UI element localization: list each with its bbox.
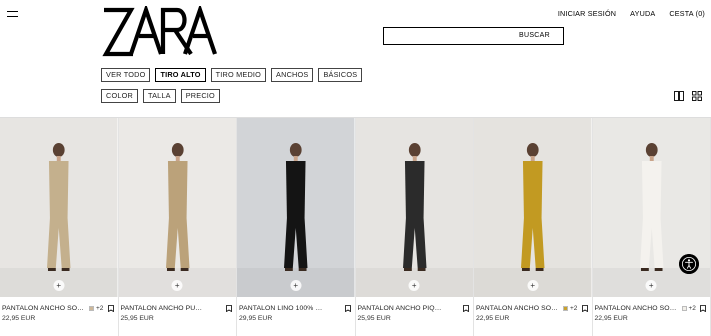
bookmark-icon[interactable] (700, 305, 706, 312)
product-info: PANTALÓN ANCHO PUNTO 25,95 EUR (121, 305, 235, 335)
filter-chips-primary: VER TODO TIRO ALTO TIRO MEDIO ANCHOS BÁS… (101, 68, 363, 82)
quick-add-plus-icon[interactable]: + (53, 280, 65, 291)
product-image[interactable] (0, 118, 118, 297)
grid-view-icon[interactable] (692, 91, 702, 101)
product-name[interactable]: PANTALÓN ANCHO SOFT ... (595, 305, 679, 312)
product-name[interactable]: PANTALÓN ANCHO SOFT ... (2, 305, 86, 312)
cart-link[interactable]: CESTA (0) (669, 9, 705, 18)
quick-add-plus-icon[interactable]: + (171, 280, 183, 291)
two-column-view-icon[interactable] (674, 91, 684, 101)
product-image[interactable] (237, 118, 355, 297)
search-input[interactable] (388, 30, 518, 42)
filter-talla[interactable]: TALLA (142, 89, 176, 103)
bookmark-icon[interactable] (344, 305, 351, 312)
product-name[interactable]: PANTALÓN ANCHO SOFT ... (476, 305, 560, 312)
help-link[interactable]: AYUDA (630, 9, 655, 18)
zara-logo[interactable] (101, 6, 217, 58)
filter-tiro-medio[interactable]: TIRO MEDIO (210, 68, 267, 82)
bookmark-icon[interactable] (226, 305, 232, 312)
filter-ver-todo[interactable]: VER TODO (101, 68, 151, 82)
top-links: INICIAR SESIÓN AYUDA CESTA (0) (558, 9, 705, 18)
bookmark-icon[interactable] (463, 305, 469, 312)
product-name[interactable]: PANTALÓN ANCHO PIQUÉ ESTA... (358, 305, 442, 312)
product-name[interactable]: PANTALÓN ANCHO PUNTO (121, 305, 205, 312)
product-name[interactable]: PANTALÓN LINO 100% ZW COL... (239, 305, 323, 312)
product-card[interactable]: + PANTALÓN ANCHO PUNTO 25,95 EUR (118, 118, 237, 336)
quick-add-plus-icon[interactable]: + (408, 280, 420, 291)
search-button[interactable]: BUSCAR (519, 32, 550, 39)
quick-add-plus-icon[interactable]: + (645, 280, 657, 291)
product-price: 25,95 EUR (357, 315, 391, 322)
quick-add-plus-icon[interactable]: + (527, 280, 539, 291)
product-price: 22,95 EUR (2, 315, 36, 322)
product-price: 22,95 EUR (476, 315, 510, 322)
product-grid: + PANTALÓN ANCHO SOFT ... 22,95 EUR +2 + PANT… (0, 117, 711, 336)
filter-tiro-alto[interactable]: TIRO ALTO (155, 68, 206, 82)
product-card[interactable]: + PANTALÓN ANCHO PIQUÉ ESTA... 25,95 EUR (355, 118, 474, 336)
filter-color[interactable]: COLOR (101, 89, 138, 103)
more-colors-count: +2 (570, 305, 578, 312)
bookmark-icon[interactable] (581, 305, 588, 312)
filter-basicos[interactable]: BÁSICOS (318, 68, 363, 82)
menu-icon[interactable] (7, 11, 18, 19)
more-colors-count: +2 (688, 305, 696, 312)
more-colors-count: +2 (96, 305, 104, 312)
color-swatch[interactable] (681, 306, 687, 311)
filter-chips-secondary: COLOR TALLA PRECIO (101, 89, 220, 103)
product-info: PANTALÓN ANCHO SOFT ... 22,95 EUR +2 (2, 305, 116, 335)
product-image[interactable] (118, 118, 236, 297)
product-info: PANTALÓN ANCHO SOFT ... 22,95 EUR +2 (476, 305, 590, 335)
search-box[interactable]: BUSCAR (383, 27, 564, 45)
accessibility-icon[interactable] (679, 254, 699, 274)
product-price: 29,95 EUR (239, 315, 273, 322)
bookmark-icon[interactable] (107, 305, 114, 312)
product-card[interactable]: + PANTALÓN ANCHO SOFT ... 22,95 EUR +2 (0, 118, 119, 336)
filter-precio[interactable]: PRECIO (180, 89, 220, 103)
product-info: PANTALÓN ANCHO PIQUÉ ESTA... 25,95 EUR (358, 305, 472, 335)
product-card[interactable]: + PANTALÓN ANCHO SOFT ... 22,95 EUR +2 (592, 118, 711, 336)
quick-add-plus-icon[interactable]: + (290, 280, 302, 291)
product-price: 22,95 EUR (594, 315, 628, 322)
color-swatch[interactable] (563, 306, 568, 311)
product-image[interactable] (355, 118, 473, 297)
product-info: PANTALÓN ANCHO SOFT ... 22,95 EUR +2 (595, 305, 709, 335)
product-card[interactable]: + PANTALÓN LINO 100% ZW COL... 29,95 EUR (237, 118, 356, 336)
product-info: PANTALÓN LINO 100% ZW COL... 29,95 EUR (239, 305, 353, 335)
color-swatch[interactable] (89, 306, 94, 311)
product-image[interactable] (474, 118, 592, 297)
product-price: 25,95 EUR (120, 315, 154, 322)
filter-anchos[interactable]: ANCHOS (271, 68, 314, 82)
login-link[interactable]: INICIAR SESIÓN (558, 9, 616, 18)
product-card[interactable]: + PANTALÓN ANCHO SOFT ... 22,95 EUR +2 (474, 118, 593, 336)
